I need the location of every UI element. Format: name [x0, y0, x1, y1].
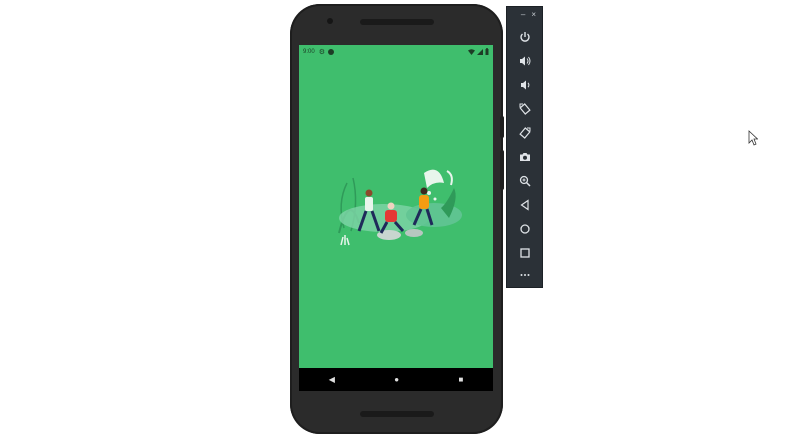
phone-side-button-power[interactable]: [500, 116, 504, 138]
home-icon[interactable]: ●: [394, 375, 399, 384]
screenshot-button[interactable]: [507, 147, 542, 167]
signal-icon: [477, 48, 483, 55]
back-icon[interactable]: ◀: [329, 375, 335, 384]
wifi-icon: [468, 48, 475, 55]
volume-up-icon: [519, 56, 530, 66]
zoom-button[interactable]: [507, 171, 542, 191]
people-in-park-illustration: [338, 169, 462, 246]
rotate-right-button[interactable]: [507, 123, 542, 143]
volume-up-button[interactable]: [507, 51, 542, 71]
phone-side-button-volume[interactable]: [500, 150, 504, 190]
home-icon: [519, 224, 530, 234]
minimize-button[interactable]: –: [521, 10, 525, 19]
power-button[interactable]: [507, 27, 542, 47]
mouse-cursor-icon: [748, 130, 758, 146]
phone-top-speaker: [360, 19, 434, 25]
android-icon: [327, 49, 334, 55]
close-button[interactable]: ×: [531, 10, 536, 19]
toolbar-titlebar: – ×: [507, 7, 542, 21]
zoom-icon: [519, 175, 531, 187]
rotate-left-icon: [518, 103, 531, 115]
gear-icon: ⚙: [318, 49, 325, 56]
power-icon: [519, 32, 530, 42]
back-icon: [519, 199, 529, 211]
status-bar: 9:00 ⚙: [299, 45, 493, 59]
battery-icon: [485, 48, 489, 55]
home-button[interactable]: [507, 219, 542, 239]
more-button[interactable]: [507, 265, 542, 285]
back-button[interactable]: [507, 195, 542, 215]
status-time: 9:00: [303, 49, 315, 55]
device-screen[interactable]: 9:00 ⚙ ◀ ● ■: [299, 45, 493, 391]
volume-down-button[interactable]: [507, 75, 542, 95]
phone-front-camera: [327, 18, 333, 24]
recents-icon[interactable]: ■: [458, 375, 463, 384]
overview-button[interactable]: [507, 243, 542, 263]
rotate-left-button[interactable]: [507, 99, 542, 119]
emulator-toolbar: – ×: [506, 6, 543, 288]
volume-down-icon: [520, 80, 529, 90]
rotate-right-icon: [518, 127, 531, 139]
phone-bottom-speaker: [360, 411, 434, 417]
camera-icon: [519, 153, 530, 161]
more-icon: [520, 274, 529, 276]
recents-icon: [519, 248, 530, 258]
system-navbar: ◀ ● ■: [299, 368, 493, 391]
